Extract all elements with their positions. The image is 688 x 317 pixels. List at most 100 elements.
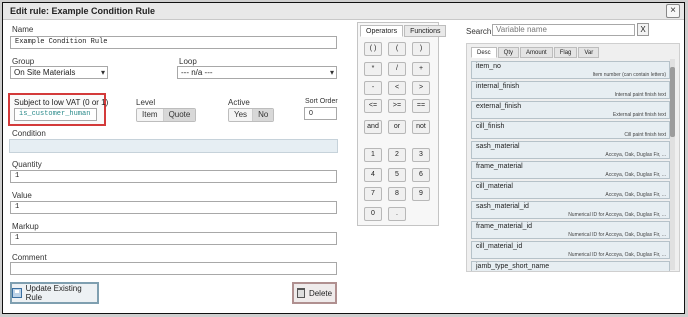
name-input[interactable]: Example Condition Rule [10,36,337,49]
tab-desc[interactable]: Desc [471,47,497,58]
calc-key[interactable]: * [364,62,382,76]
variable-item[interactable]: internal_finish Internal paint finish tex… [471,81,670,99]
calculator-tabs: Operators Functions [360,25,447,37]
variables-panel: Desc Qty Amount Flag Var item_no Item num… [466,43,680,272]
group-select[interactable]: On Site Materials ▾ [10,66,108,79]
group-select-value: On Site Materials [14,68,76,77]
vat-label: Subject to low VAT (0 or 1) [14,98,109,107]
active-yes-option[interactable]: Yes [229,109,254,121]
condition-label: Condition [12,129,46,138]
trash-icon [296,288,305,298]
dialog-title: Edit rule: Example Condition Rule [10,6,156,16]
tab-operators[interactable]: Operators [360,25,404,37]
variable-item[interactable]: external_finish External paint finish tex… [471,101,670,119]
variable-description: Numerical ID for Accoya, Oak, Duglas Fir… [568,252,666,258]
clear-search-button[interactable]: X [637,23,649,36]
active-toggle[interactable]: Yes No [228,108,275,122]
variable-description: Accoya, Oak, Duglas Fir, ... [605,172,666,178]
calc-key[interactable]: < [388,81,406,95]
calc-key[interactable]: == [412,99,430,113]
variable-item[interactable]: cill_material_id Numerical ID for Accoya,… [471,241,670,259]
update-rule-label: Update Existing Rule [25,284,82,302]
calc-key[interactable]: or [388,120,406,134]
calc-key[interactable]: not [412,120,430,134]
variable-search-input[interactable]: Variable name [492,24,635,36]
update-rule-button[interactable]: Update Existing Rule [10,282,99,304]
variable-item[interactable]: jamb_type_short_name [471,261,670,271]
calc-key[interactable]: 1 [364,148,382,162]
calc-key[interactable]: ( ) [364,42,382,56]
calc-key[interactable]: > [412,81,430,95]
calc-key[interactable]: . [388,207,406,221]
close-icon[interactable]: × [666,4,680,18]
quantity-label: Quantity [12,160,42,169]
markup-label: Markup [12,222,39,231]
tab-amount[interactable]: Amount [520,47,553,58]
variable-name: external_finish [476,103,522,110]
calc-key[interactable]: 5 [388,168,406,182]
markup-input[interactable]: 1 [10,232,337,245]
value-label: Value [12,191,32,200]
sort-order-label: Sort Order [305,98,338,105]
variable-item[interactable]: sash_material_id Numerical ID for Accoya,… [471,201,670,219]
variable-item[interactable]: item_no Item number (can contain letters) [471,61,670,79]
value-input[interactable]: 1 [10,201,337,214]
active-no-option[interactable]: No [253,109,274,121]
calc-key[interactable]: + [412,62,430,76]
level-quote-option[interactable]: Quote [163,109,196,121]
calc-key[interactable]: ( [388,42,406,56]
tab-qty[interactable]: Qty [497,47,520,58]
variable-name: cill_material_id [476,243,523,250]
variable-item[interactable]: cill_material Accoya, Oak, Duglas Fir, ..… [471,181,670,199]
variable-description: Internal paint finish text [614,92,666,98]
vat-input[interactable]: is_customer_human [14,108,97,121]
variable-description: Cill paint finish text [624,132,666,138]
calc-key[interactable]: 0 [364,207,382,221]
variable-item[interactable]: frame_material Accoya, Oak, Duglas Fir, .… [471,161,670,179]
calc-key[interactable]: 3 [412,148,430,162]
variable-list-scrollbar[interactable] [670,59,675,270]
calc-key[interactable]: 6 [412,168,430,182]
loop-select[interactable]: --- n/a --- ▾ [177,66,337,79]
calc-key[interactable]: 7 [364,187,382,201]
chevron-down-icon: ▾ [100,68,105,77]
delete-button[interactable]: Delete [292,282,337,304]
search-label: Search: [466,27,494,36]
variable-description: Numerical ID for Accoya, Oak, Duglas Fir… [568,232,666,238]
comment-input[interactable] [10,262,337,275]
level-toggle[interactable]: Item Quote [136,108,197,122]
tab-functions[interactable]: Functions [404,25,447,37]
chevron-down-icon: ▾ [329,68,334,77]
calc-key[interactable]: 8 [388,187,406,201]
variable-name: jamb_type_short_name [476,263,550,270]
variable-name: sash_material_id [476,203,529,210]
variable-description: Numerical ID for Accoya, Oak, Duglas Fir… [568,212,666,218]
variable-name: frame_material_id [476,223,533,230]
name-label: Name [12,25,34,34]
variable-tabs: Desc Qty Amount Flag Var [471,47,600,58]
loop-label: Loop [179,57,197,66]
variable-name: item_no [476,63,501,70]
dialog-titlebar: Edit rule: Example Condition Rule × [3,3,684,20]
level-item-option[interactable]: Item [137,109,164,121]
tab-flag[interactable]: Flag [553,47,578,58]
calc-key[interactable]: - [364,81,382,95]
calc-key[interactable]: / [388,62,406,76]
calc-key[interactable]: 2 [388,148,406,162]
sort-order-input[interactable]: 0 [304,107,337,120]
quantity-input[interactable]: 1 [10,170,337,183]
variable-description: Accoya, Oak, Duglas Fir, ... [605,192,666,198]
calc-key[interactable]: 4 [364,168,382,182]
save-icon [12,288,22,298]
variable-item[interactable]: cill_finish Cill paint finish text [471,121,670,139]
variable-item[interactable]: frame_material_id Numerical ID for Accoya… [471,221,670,239]
calc-key[interactable]: ) [412,42,430,56]
condition-input[interactable] [9,139,338,153]
calc-key[interactable]: <= [364,99,382,113]
tab-var[interactable]: Var [578,47,600,58]
variable-item[interactable]: sash_material Accoya, Oak, Duglas Fir, ..… [471,141,670,159]
calc-key[interactable]: and [364,120,382,134]
calc-key[interactable]: >= [388,99,406,113]
calc-key[interactable]: 9 [412,187,430,201]
scrollbar-thumb[interactable] [670,67,675,137]
